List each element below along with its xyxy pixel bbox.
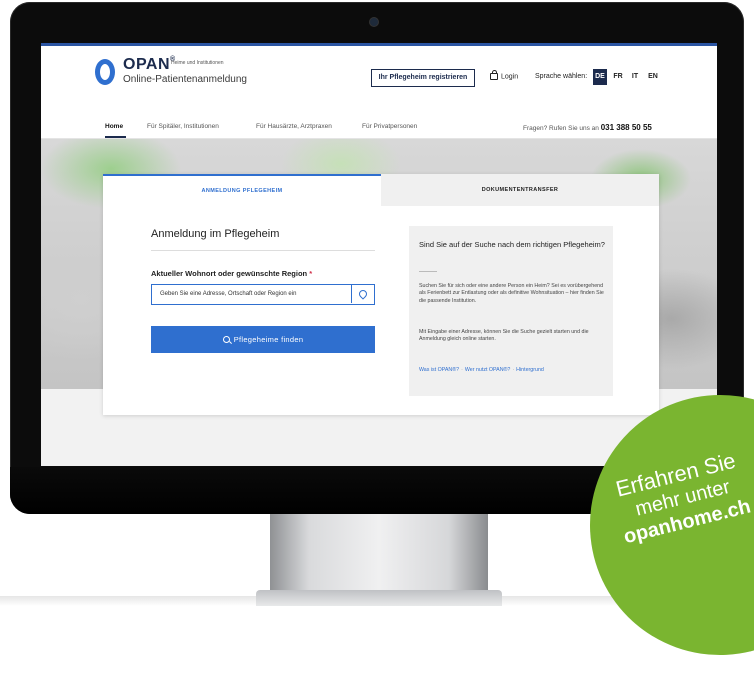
hotline-text: Fragen? Rufen Sie uns an [523, 125, 599, 132]
location-search-input[interactable]: Geben Sie eine Adresse, Ortschaft oder R… [151, 284, 375, 305]
nav-hospitals[interactable]: Für Spitäler, Institutionen [147, 123, 219, 130]
language-it[interactable]: IT [628, 69, 642, 85]
login-label: Login [501, 73, 519, 81]
monitor-base [256, 590, 502, 606]
link-what-is-opan[interactable]: Was ist OPAN®? [419, 367, 459, 373]
location-field-label: Aktueller Wohnort oder gewünschte Region… [151, 269, 312, 278]
monitor-stand [270, 514, 488, 594]
info-separator [419, 271, 437, 272]
info-paragraph-2: Mit Eingabe einer Adresse, können Sie di… [419, 329, 589, 343]
website-screen: OPAN® Heime und Institutionen Online-Pat… [41, 43, 717, 466]
logo-wordmark[interactable]: OPAN® [123, 56, 176, 74]
tab-nursing-home-registration[interactable]: ANMELDUNG PFLEGEHEIM [103, 174, 381, 206]
top-accent-line [41, 43, 717, 46]
location-input-placeholder: Geben Sie eine Adresse, Ortschaft oder R… [160, 291, 297, 297]
lock-icon [490, 70, 498, 80]
required-mark: * [309, 269, 313, 278]
registration-card: ANMELDUNG PFLEGEHEIM DOKUMENTENTRANSFER … [103, 174, 659, 415]
tab-document-transfer[interactable]: DOKUMENTENTRANSFER [381, 174, 659, 206]
input-separator [351, 285, 352, 303]
language-en[interactable]: EN [645, 69, 661, 85]
logo-name: OPAN [123, 56, 171, 73]
register-nursing-home-button[interactable]: Ihr Pflegeheim registrieren [371, 69, 475, 87]
info-title: Sind Sie auf der Suche nach dem richtige… [419, 240, 605, 249]
nav-doctors[interactable]: Für Hausärzte, Arztpraxen [256, 123, 332, 130]
language-label: Sprache wählen: [535, 73, 588, 80]
form-divider [151, 250, 375, 251]
info-paragraph-1: Suchen Sie für sich oder eine andere Per… [419, 283, 604, 304]
link-who-uses-opan[interactable]: Wer nutzt OPAN®? [465, 367, 511, 373]
camera-icon [370, 18, 378, 26]
find-nursing-homes-button[interactable]: Pflegeheime finden [151, 326, 375, 353]
language-fr[interactable]: FR [611, 69, 625, 85]
hotline: Fragen? Rufen Sie uns an 031 388 50 55 [523, 123, 652, 132]
logo-subtitle: Online-Patientenanmeldung [123, 74, 247, 85]
form-title: Anmeldung im Pflegeheim [151, 228, 280, 240]
info-links: Was ist OPAN®? · Wer nutzt OPAN®? · Hintergr… [419, 367, 544, 373]
location-label-text: Aktueller Wohnort oder gewünschte Region [151, 269, 308, 278]
search-icon [222, 335, 230, 343]
nav-home[interactable]: Home [105, 123, 123, 130]
location-pin-icon[interactable] [357, 288, 369, 300]
logo-subtitle-small: Heime und Institutionen [171, 60, 224, 66]
login-link[interactable]: Login [490, 70, 519, 81]
find-button-label: Pflegeheime finden [233, 335, 304, 344]
link-background[interactable]: Hintergrund [516, 367, 544, 373]
nav-private[interactable]: Für Privatpersonen [362, 123, 417, 130]
opan-logo-icon[interactable] [95, 59, 115, 85]
hotline-number[interactable]: 031 388 50 55 [601, 123, 652, 132]
language-de[interactable]: DE [593, 69, 607, 85]
info-box: Sind Sie auf der Suche nach dem richtige… [409, 226, 613, 396]
